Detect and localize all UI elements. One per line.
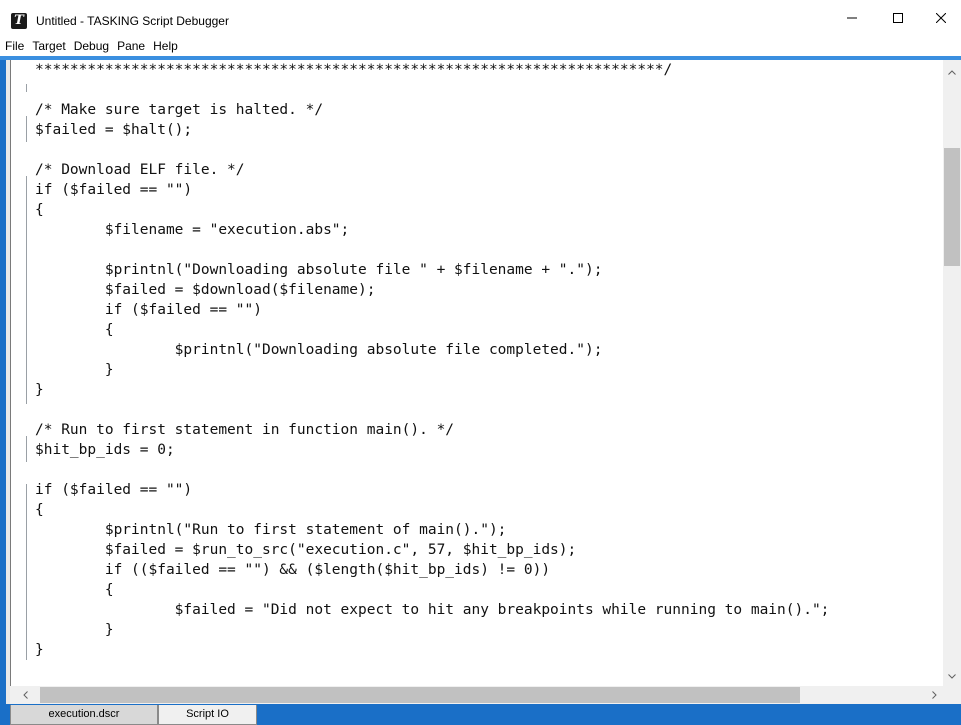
horizontal-scrollbar[interactable] [10,686,961,704]
menu-bar: File Target Debug Pane Help [0,36,961,56]
minimize-button[interactable] [829,0,875,36]
menu-help[interactable]: Help [149,36,182,56]
code-line: } [35,362,114,378]
code-line: } [35,642,44,658]
maximize-icon [893,13,903,23]
chevron-right-icon [931,688,937,702]
close-icon [936,13,946,23]
code-line: } [35,622,114,638]
scroll-left-button[interactable] [16,686,34,704]
code-line: $hit_bp_ids = 0; [35,442,175,458]
vertical-scrollbar[interactable] [943,60,961,686]
chevron-down-icon [948,668,956,682]
code-line: $failed = $download($filename); [35,282,376,298]
title-bar: T Untitled - TASKING Script Debugger [0,0,961,36]
minimize-icon [847,13,857,23]
menu-target[interactable]: Target [28,36,69,56]
close-button[interactable] [921,0,961,36]
code-line: { [35,582,114,598]
app-logo-icon: T [11,13,27,29]
chevron-up-icon [948,64,956,78]
code-line: if ($failed == "") [35,182,193,198]
code-line: { [35,322,114,338]
code-line: $filename = "execution.abs"; [35,222,350,238]
window-title: Untitled - TASKING Script Debugger [36,14,229,28]
code-line: $failed = "Did not expect to hit any bre… [35,602,830,618]
menu-pane[interactable]: Pane [113,36,149,56]
code-line: } [35,382,44,398]
code-line: /* Make sure target is halted. */ [35,102,324,118]
code-line: if ($failed == "") [35,482,193,498]
code-line: if (($failed == "") && ($length($hit_bp_… [35,562,551,578]
code-line: $failed = $halt(); [35,122,193,138]
tab-execution-dscr[interactable]: execution.dscr [10,705,158,725]
code-line: { [35,202,44,218]
vertical-scroll-thumb[interactable] [944,148,960,266]
code-line: /* Download ELF file. */ [35,162,245,178]
maximize-button[interactable] [875,0,921,36]
code-line: if ($failed == "") [35,302,262,318]
code-line: $failed = $run_to_src("execution.c", 57,… [35,542,577,558]
code-line: $printnl("Downloading absolute file comp… [35,342,603,358]
code-line: $printnl("Run to first statement of main… [35,522,507,538]
script-editor[interactable]: ****************************************… [10,60,943,686]
chevron-left-icon [22,688,28,702]
code-line: /* Run to first statement in function ma… [35,422,455,438]
code-line: ****************************************… [35,62,673,78]
code-area: ****************************************… [11,60,943,660]
tab-script-io[interactable]: Script IO [158,705,257,725]
pane-tab-bar: execution.dscr Script IO [0,704,961,725]
scroll-down-button[interactable] [943,666,961,684]
scroll-right-button[interactable] [925,686,943,704]
menu-file[interactable]: File [1,36,28,56]
menu-debug[interactable]: Debug [70,36,113,56]
horizontal-scroll-thumb[interactable] [40,687,800,703]
code-line: { [35,502,44,518]
code-line: $printnl("Downloading absolute file " + … [35,262,603,278]
scroll-up-button[interactable] [943,62,961,80]
